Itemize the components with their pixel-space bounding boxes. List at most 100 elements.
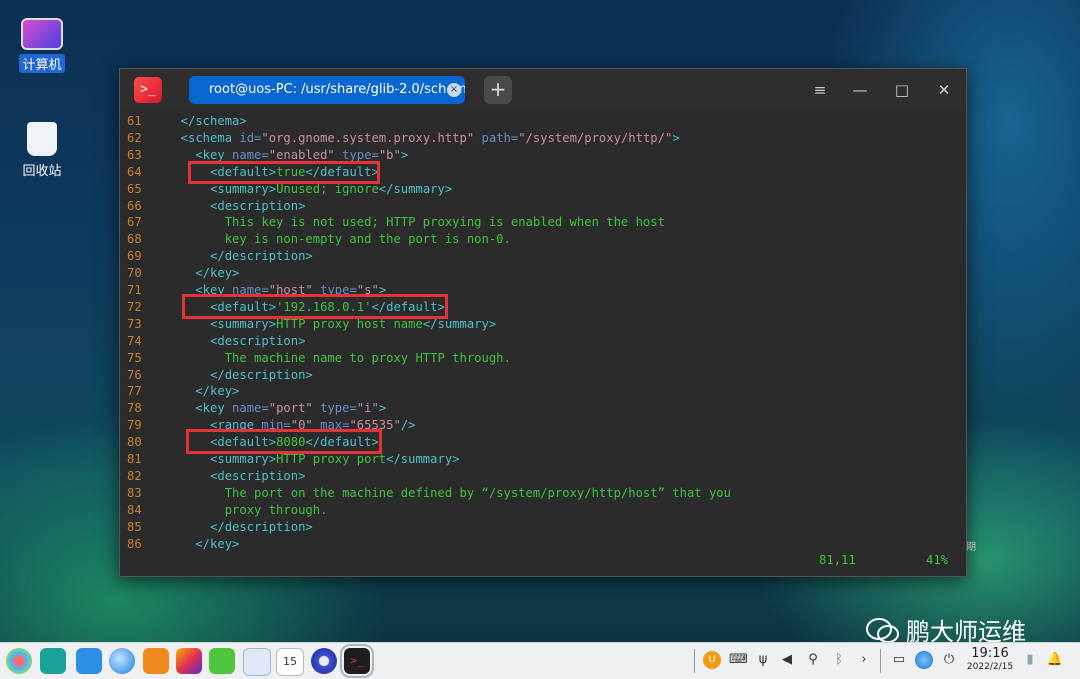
line-number: 77 [127, 384, 142, 399]
code-token: name= [232, 401, 269, 416]
document-viewer-icon[interactable] [243, 648, 271, 676]
tab-terminal-session[interactable]: root@uos-PC: /usr/share/glib-2.0/schemas… [189, 76, 465, 104]
code-token: "port" [268, 401, 313, 416]
code-token: The machine name to proxy HTTP through. [166, 350, 511, 365]
tab-close-icon[interactable]: × [447, 83, 461, 97]
bell-icon[interactable]: 🔔 [1046, 651, 1064, 669]
code-text: <description> [166, 468, 305, 485]
highlight-default-port [186, 429, 382, 454]
line-number: 67 [127, 215, 142, 230]
line-number: 62 [127, 130, 142, 145]
line-number: 79 [127, 418, 142, 433]
clock[interactable]: 19:16 2022/2/15 [962, 646, 1018, 673]
code-token: </key> [166, 536, 240, 551]
input-method-icon[interactable]: U [703, 651, 721, 669]
settings-icon[interactable] [311, 648, 337, 674]
line-number: 85 [127, 519, 142, 534]
app-store-icon[interactable] [76, 648, 102, 674]
code-token: name= [232, 147, 269, 162]
line-number: 83 [127, 485, 142, 500]
cursor-position: 81,11 [819, 553, 856, 567]
code-text: <schema id="org.gnome.system.proxy.http"… [166, 130, 680, 147]
close-button[interactable]: ✕ [934, 80, 954, 100]
line-number: 69 [127, 249, 142, 264]
code-token: > [672, 130, 680, 145]
menu-icon[interactable]: ≡ [810, 80, 830, 100]
code-text: </key> [166, 536, 239, 553]
code-text: </key> [166, 265, 239, 282]
line-number: 72 [127, 299, 142, 314]
network-globe-icon[interactable] [915, 651, 933, 669]
line-number: 61 [127, 114, 142, 128]
wechat-icon [866, 618, 899, 643]
network-icon[interactable]: ⚲ [804, 651, 822, 669]
launcher-icon[interactable] [6, 648, 32, 674]
code-token: </key> [166, 266, 240, 281]
file-manager-icon[interactable] [143, 648, 169, 674]
code-token: </summary> [378, 181, 453, 196]
code-token: </key> [166, 384, 240, 399]
code-token: > [378, 401, 387, 416]
highlight-default-host [182, 294, 448, 319]
line-number: 78 [127, 401, 142, 416]
desktop-computer[interactable]: 计算机 [7, 14, 77, 73]
tab-title: root@uos-PC: /usr/share/glib-2.0/schemas [209, 82, 465, 97]
volume-icon[interactable]: ◀ [778, 651, 796, 669]
usb-icon[interactable]: ψ [754, 651, 772, 669]
music-icon[interactable] [209, 648, 235, 674]
line-number: 74 [127, 333, 142, 348]
code-token: > [400, 147, 409, 162]
code-text: The port on the machine defined by “/sys… [166, 485, 731, 502]
line-number: 81 [127, 452, 142, 466]
expand-tray-icon[interactable]: › [855, 651, 873, 669]
desktop-trash[interactable]: 回收站 [7, 122, 77, 179]
desktop-computer-label: 计算机 [19, 54, 65, 73]
code-text: </schema> [166, 113, 247, 130]
code-token: "i" [356, 401, 379, 416]
desktop-trash-label: 回收站 [22, 164, 62, 179]
code-token: <description> [166, 333, 306, 348]
code-token: <key [166, 401, 233, 416]
code-text: </description> [166, 519, 313, 536]
code-token: <description> [166, 198, 306, 213]
code-text: This key is not used; HTTP proxying is e… [166, 214, 665, 231]
line-number: 70 [127, 266, 142, 281]
code-token: "/system/proxy/http/" [518, 130, 673, 145]
background-window-text: 期 [966, 542, 976, 553]
power-icon[interactable]: ⏻ [940, 651, 958, 669]
maximize-button[interactable]: □ [892, 80, 912, 100]
highlight-default-enabled [188, 161, 380, 184]
code-text: </description> [166, 248, 313, 265]
code-token: </description> [166, 367, 313, 382]
terminal-icon[interactable]: >_ [340, 644, 374, 678]
code-token: </description> [166, 519, 313, 534]
onscreen-keyboard-icon[interactable]: ▭ [890, 651, 908, 669]
line-number: 63 [127, 147, 142, 162]
code-token: path= [474, 130, 519, 145]
new-tab-button[interactable]: + [484, 76, 512, 104]
image-viewer-icon[interactable] [176, 648, 202, 674]
line-number: 86 [127, 536, 142, 551]
browser-icon[interactable] [109, 648, 135, 674]
multitasking-view-icon[interactable] [40, 648, 66, 674]
code-text: </key> [166, 383, 239, 400]
code-text: <description> [166, 198, 305, 215]
calendar-icon[interactable]: 15 [276, 648, 304, 676]
code-text: <description> [166, 333, 305, 350]
line-number: 66 [127, 198, 142, 213]
code-text: The machine name to proxy HTTP through. [166, 350, 511, 367]
tray-separator [694, 649, 695, 673]
keyboard-icon[interactable]: ⌨ [729, 651, 748, 669]
scroll-percent: 41% [926, 553, 949, 567]
trash-icon [27, 122, 57, 156]
bluetooth-icon[interactable]: ᛒ [830, 651, 848, 669]
line-number: 82 [127, 468, 142, 483]
code-token: "b" [378, 147, 401, 162]
code-token: "enabled" [268, 147, 335, 162]
trash-icon[interactable]: ▮ [1021, 651, 1039, 669]
code-token: key is non-empty and the port is non-0. [166, 232, 511, 247]
code-token: <summary> [166, 452, 277, 466]
code-token: HTTP proxy port [276, 452, 387, 466]
code-token: <key [166, 147, 233, 162]
minimize-button[interactable]: — [850, 80, 870, 100]
